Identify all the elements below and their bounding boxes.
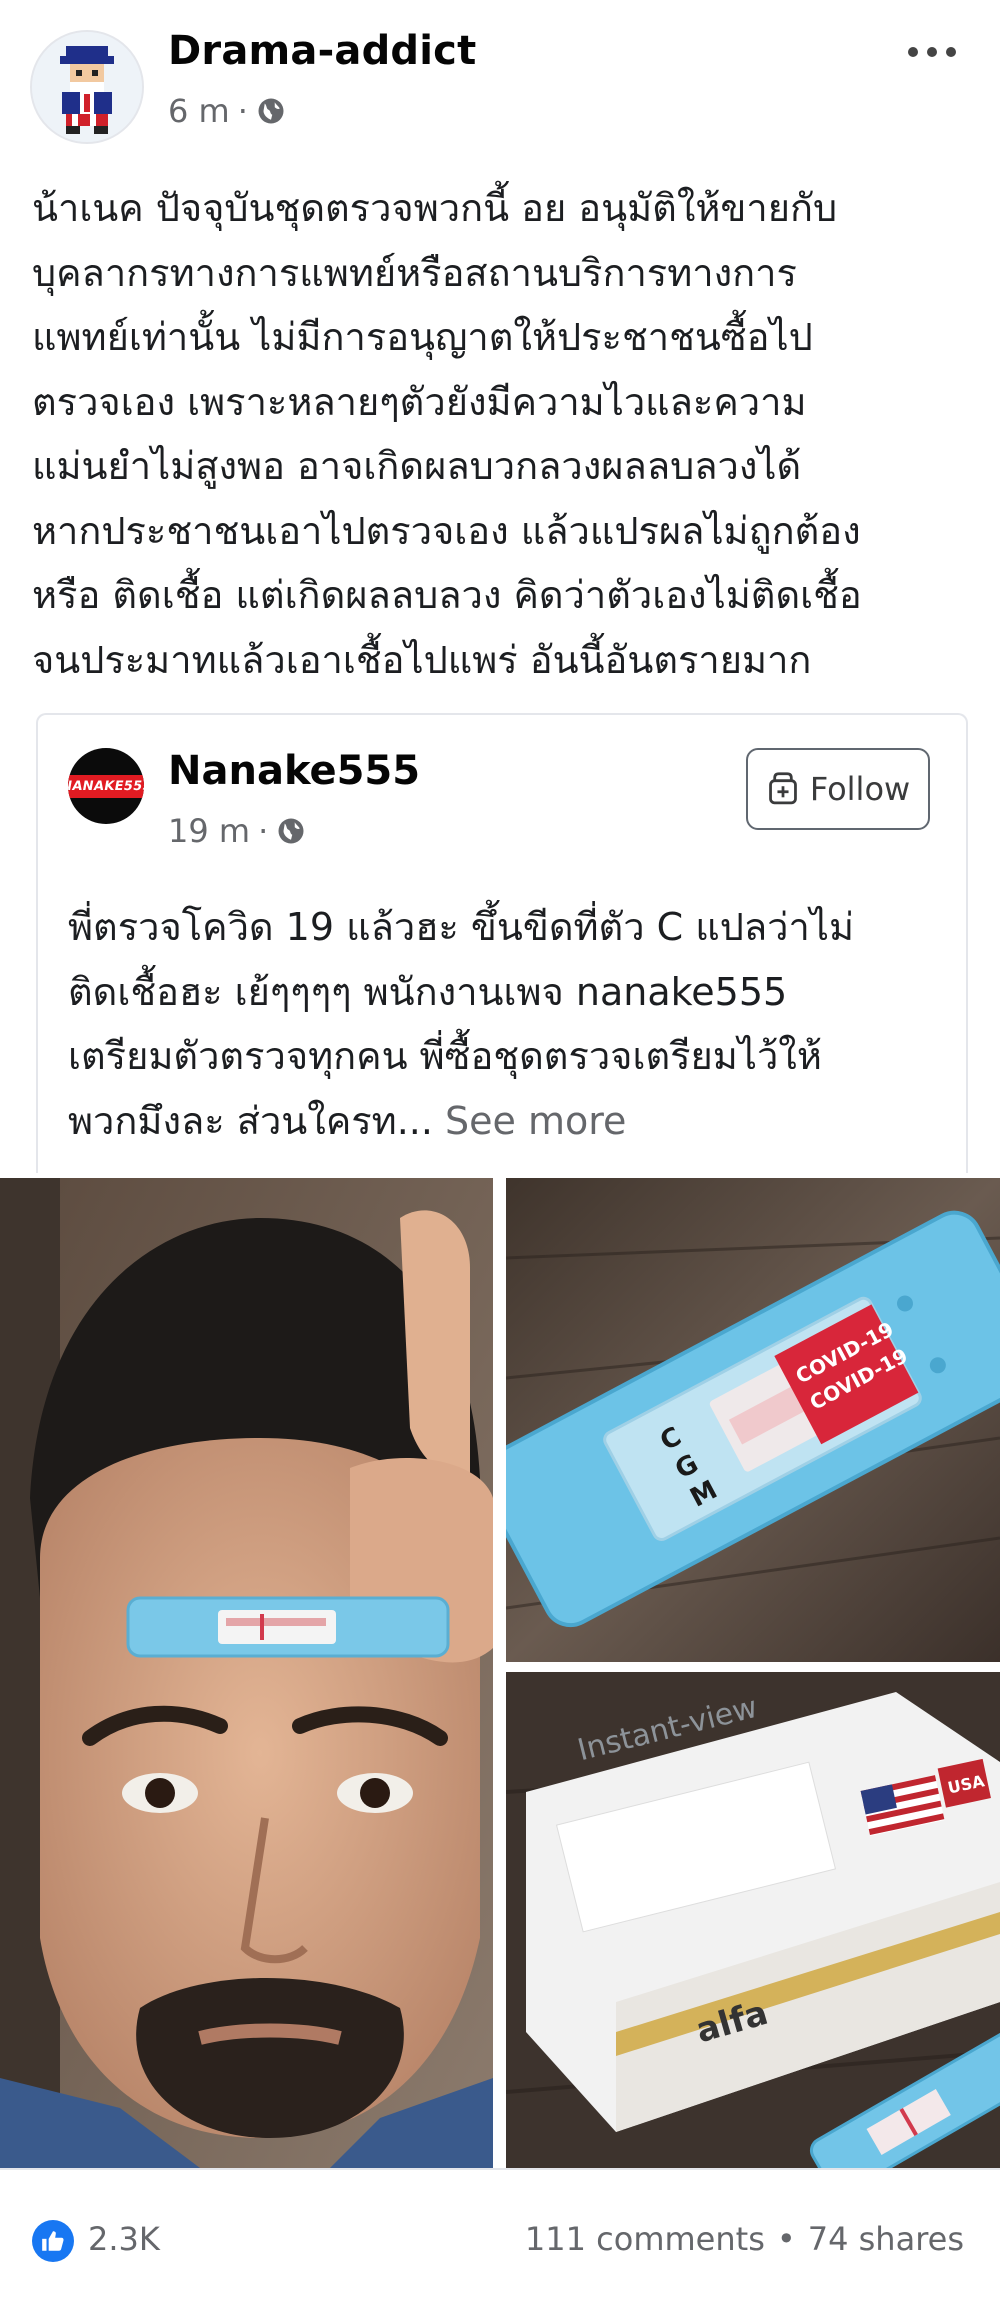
selfie-illustration [0,1178,493,2168]
follow-button[interactable]: Follow [746,748,930,830]
follow-page-icon [768,772,797,805]
cassette-illustration: COVID-19 COVID-19 C G M [506,1178,1000,1662]
shared-author-avatar[interactable]: NANAKE555 [68,748,144,824]
shared-text-line: พี่ตรวจโควิด 19 แล้วฮะ ขึ้นขีดที่ตัว C แ… [68,905,854,949]
meta-separator: · [237,92,248,130]
shared-post-text: พี่ตรวจโควิด 19 แล้วฮะ ขึ้นขีดที่ตัว C แ… [68,895,948,1153]
pixel-character-avatar [32,32,142,142]
shared-author-name[interactable]: Nanake555 [168,748,420,794]
post-text-line: หรือ ติดเชื้อ แต่เกิดผลลบลวง คิดว่าตัวเอ… [32,573,862,617]
photo-test-kit-box[interactable]: Instant-view alfa USA [506,1672,1000,2168]
comments-count[interactable]: 111 comments [525,2220,765,2258]
post-text: น้าเนค ปัจจุบันชุดตรวจพวกนี้ อย อนุมัติใ… [32,176,972,692]
post-text-line: บุคลากรทางการแพทย์หรือสถานบริการทางการ [32,250,797,295]
nanake-logo: NANAKE555 [68,774,144,798]
box-illustration: Instant-view alfa USA [506,1672,1000,2168]
shared-text-truncated: พวกมึงละ ส่วนใครท... [68,1098,433,1143]
post-text-line: จนประมาทแล้วเอาเชื้อไปแพร่ อันนี้อันตราย… [32,637,812,682]
post-meta: 6 m · [168,92,286,130]
post-text-line: แม่นยำไม่สูงพอ อาจเกิดผลบวกลวงผลลบลวงได้ [32,444,802,488]
meta-separator: · [258,812,269,850]
photo-test-cassette-closeup[interactable]: COVID-19 COVID-19 C G M [506,1178,1000,1662]
thumbs-up-icon [42,2231,64,2251]
counts-separator: • [776,2220,796,2258]
shared-text-line: พวกมึงละ ส่วนใครท... See more [68,1089,948,1154]
follow-label: Follow [809,770,911,808]
reaction-count[interactable]: 2.3K [88,2220,160,2258]
globe-icon [278,818,304,844]
globe-icon [258,98,284,124]
post-text-line: ตรวจเอง เพราะหลายๆตัวยังมีความไวและความ [32,379,807,424]
more-options-icon[interactable] [902,38,962,66]
post-text-line: น้าเนค ปัจจุบันชุดตรวจพวกนี้ อย อนุมัติใ… [32,186,838,230]
shared-text-line: เตรียมตัวตรวจทุกคน พี่ซื้อชุดตรวจเตรียมไ… [68,1034,822,1078]
post-text-line: แพทย์เท่านั้น ไม่มีการอนุญาตให้ประชาชนซื… [32,315,813,359]
photo-selfie-with-test[interactable] [0,1178,493,2168]
author-name[interactable]: Drama-addict [168,28,476,74]
shared-post-time[interactable]: 19 m [168,812,250,850]
shares-count[interactable]: 74 shares [808,2220,964,2258]
see-more-link[interactable]: See more [445,1099,626,1143]
author-avatar[interactable] [30,30,144,144]
like-reaction-icon[interactable] [32,2220,74,2262]
post-text-line: หากประชาชนเอาไปตรวจเอง แล้วแปรผลไม่ถูกต้… [32,508,861,553]
post-time[interactable]: 6 m [168,92,230,130]
shared-text-line: ติดเชื้อฮะ เย้ๆๆๆๆ พนักงานเพจ nanake555 [68,969,788,1014]
shared-post-meta: 19 m · [168,812,306,850]
engagement-counts: 111 comments • 74 shares [525,2220,964,2258]
